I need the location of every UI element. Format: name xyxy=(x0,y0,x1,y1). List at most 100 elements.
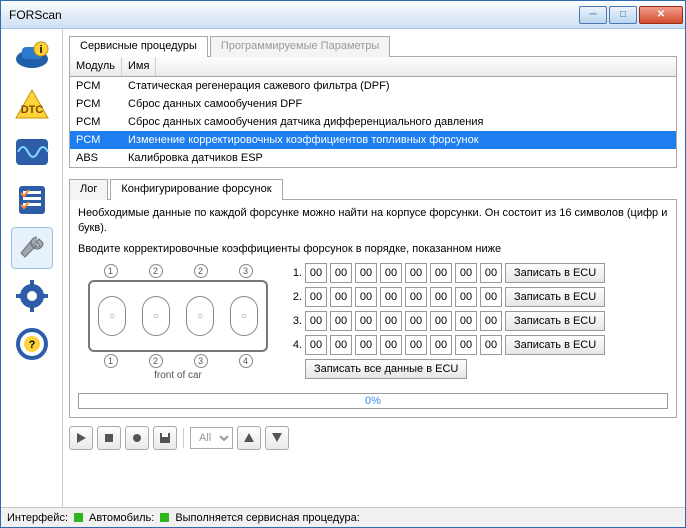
hex-input[interactable] xyxy=(380,263,402,283)
maximize-button[interactable]: □ xyxy=(609,6,637,24)
tab-params[interactable]: Программируемые Параметры xyxy=(210,36,390,57)
status-interface-label: Интерфейс: xyxy=(7,512,68,524)
hex-input[interactable] xyxy=(480,287,502,307)
hex-input[interactable] xyxy=(380,311,402,331)
vehicle-icon[interactable]: i xyxy=(11,35,53,77)
close-button[interactable]: ✕ xyxy=(639,6,683,24)
table-row[interactable]: PCMСброс данных самообучения датчика диф… xyxy=(70,113,676,131)
progress-percent: 0% xyxy=(365,395,381,407)
hex-input[interactable] xyxy=(455,311,477,331)
front-label: front of car xyxy=(154,370,202,381)
svg-text:i: i xyxy=(39,44,42,56)
write-ecu-button-4[interactable]: Записать в ECU xyxy=(505,335,605,355)
injector-inputs: 1. Записать в ECU 2. Записать в ECU 3. xyxy=(288,263,605,379)
sub-tabs: Лог Конфигурирование форсунок xyxy=(69,178,677,200)
hex-input[interactable] xyxy=(430,287,452,307)
dtc-icon[interactable]: DTC xyxy=(11,83,53,125)
table-row[interactable]: ABSКалибровка датчиков ESP xyxy=(70,149,676,167)
wrench-icon[interactable] xyxy=(11,227,53,269)
hex-input[interactable] xyxy=(480,263,502,283)
desc-text-2: Вводите корректировочные коэффициенты фо… xyxy=(78,242,668,257)
hex-input[interactable] xyxy=(355,311,377,331)
up-icon xyxy=(244,433,254,442)
wave-icon[interactable] xyxy=(11,131,53,173)
hex-input[interactable] xyxy=(305,311,327,331)
hex-input[interactable] xyxy=(330,263,352,283)
cylinder-icon: ○ xyxy=(142,296,170,336)
engine-block: ○ ○ ○ ○ xyxy=(88,280,268,352)
hex-input[interactable] xyxy=(405,287,427,307)
record-button[interactable] xyxy=(125,426,149,450)
cylinder-icon: ○ xyxy=(230,296,258,336)
diagram-bottom-numbers: 1234 xyxy=(88,354,268,368)
injector-grid: 1223 ○ ○ ○ ○ 1234 front of car xyxy=(78,263,668,383)
hex-input[interactable] xyxy=(330,287,352,307)
hex-input[interactable] xyxy=(430,263,452,283)
up-button[interactable] xyxy=(237,426,261,450)
hex-input[interactable] xyxy=(480,311,502,331)
svg-text:DTC: DTC xyxy=(20,104,43,116)
hex-input[interactable] xyxy=(305,287,327,307)
hex-input[interactable] xyxy=(380,287,402,307)
hex-input[interactable] xyxy=(330,335,352,355)
cylinder-icon: ○ xyxy=(98,296,126,336)
window-title: FORScan xyxy=(9,8,579,22)
write-ecu-button-1[interactable]: Записать в ECU xyxy=(505,263,605,283)
config-panel: Необходимые данные по каждой форсунке мо… xyxy=(69,200,677,418)
write-ecu-button-2[interactable]: Записать в ECU xyxy=(505,287,605,307)
hex-input[interactable] xyxy=(480,335,502,355)
filter-select[interactable]: All xyxy=(190,427,233,449)
hex-input[interactable] xyxy=(305,263,327,283)
save-button[interactable] xyxy=(153,426,177,450)
table-row[interactable]: PCMСтатическая регенерация сажевого филь… xyxy=(70,77,676,95)
diagram-top-numbers: 1223 xyxy=(88,264,268,278)
hex-input[interactable] xyxy=(355,263,377,283)
procedure-list: PCMСтатическая регенерация сажевого филь… xyxy=(69,77,677,168)
stop-button[interactable] xyxy=(97,426,121,450)
titlebar: FORScan ─ □ ✕ xyxy=(1,1,685,29)
subtab-log[interactable]: Лог xyxy=(69,179,108,200)
play-button[interactable] xyxy=(69,426,93,450)
hex-input[interactable] xyxy=(355,287,377,307)
down-icon xyxy=(272,433,282,442)
hex-input[interactable] xyxy=(455,263,477,283)
hex-input[interactable] xyxy=(330,311,352,331)
write-ecu-button-3[interactable]: Записать в ECU xyxy=(505,311,605,331)
main-tabs: Сервисные процедуры Программируемые Пара… xyxy=(69,35,677,57)
app-window: FORScan ─ □ ✕ i DTC xyxy=(0,0,686,528)
injector-row-2: 2. Записать в ECU xyxy=(288,287,605,307)
write-all-row: Записать все данные в ECU xyxy=(288,359,605,379)
main-area: Сервисные процедуры Программируемые Пара… xyxy=(63,29,685,507)
hex-input[interactable] xyxy=(405,311,427,331)
hex-input[interactable] xyxy=(380,335,402,355)
table-row[interactable]: PCMИзменение корректировочных коэффициен… xyxy=(70,131,676,149)
hex-input[interactable] xyxy=(355,335,377,355)
gear-icon[interactable] xyxy=(11,275,53,317)
down-button[interactable] xyxy=(265,426,289,450)
subtab-config[interactable]: Конфигурирование форсунок xyxy=(110,179,282,200)
hex-input[interactable] xyxy=(430,335,452,355)
hex-input[interactable] xyxy=(455,287,477,307)
hex-input[interactable] xyxy=(455,335,477,355)
th-name[interactable]: Имя xyxy=(122,57,156,76)
sidebar: i DTC ? xyxy=(1,29,63,507)
injector-row-4: 4. Записать в ECU xyxy=(288,335,605,355)
bottom-toolbar: All xyxy=(69,422,677,450)
steering-icon[interactable]: ? xyxy=(11,323,53,365)
status-bar: Интерфейс: Автомобиль: Выполняется серви… xyxy=(1,507,685,527)
status-message: Выполняется сервисная процедура: xyxy=(175,512,359,524)
hex-input[interactable] xyxy=(405,335,427,355)
window-body: i DTC ? Сервисные процедуры xyxy=(1,29,685,507)
tab-service[interactable]: Сервисные процедуры xyxy=(69,36,208,57)
engine-diagram: 1223 ○ ○ ○ ○ 1234 front of car xyxy=(78,263,278,383)
hex-input[interactable] xyxy=(430,311,452,331)
checklist-icon[interactable] xyxy=(11,179,53,221)
write-all-button[interactable]: Записать все данные в ECU xyxy=(305,359,467,379)
status-car-label: Автомобиль: xyxy=(89,512,154,524)
cylinder-icon: ○ xyxy=(186,296,214,336)
minimize-button[interactable]: ─ xyxy=(579,6,607,24)
table-row[interactable]: PCMСброс данных самообучения DPF xyxy=(70,95,676,113)
hex-input[interactable] xyxy=(405,263,427,283)
hex-input[interactable] xyxy=(305,335,327,355)
th-module[interactable]: Модуль xyxy=(70,57,122,76)
